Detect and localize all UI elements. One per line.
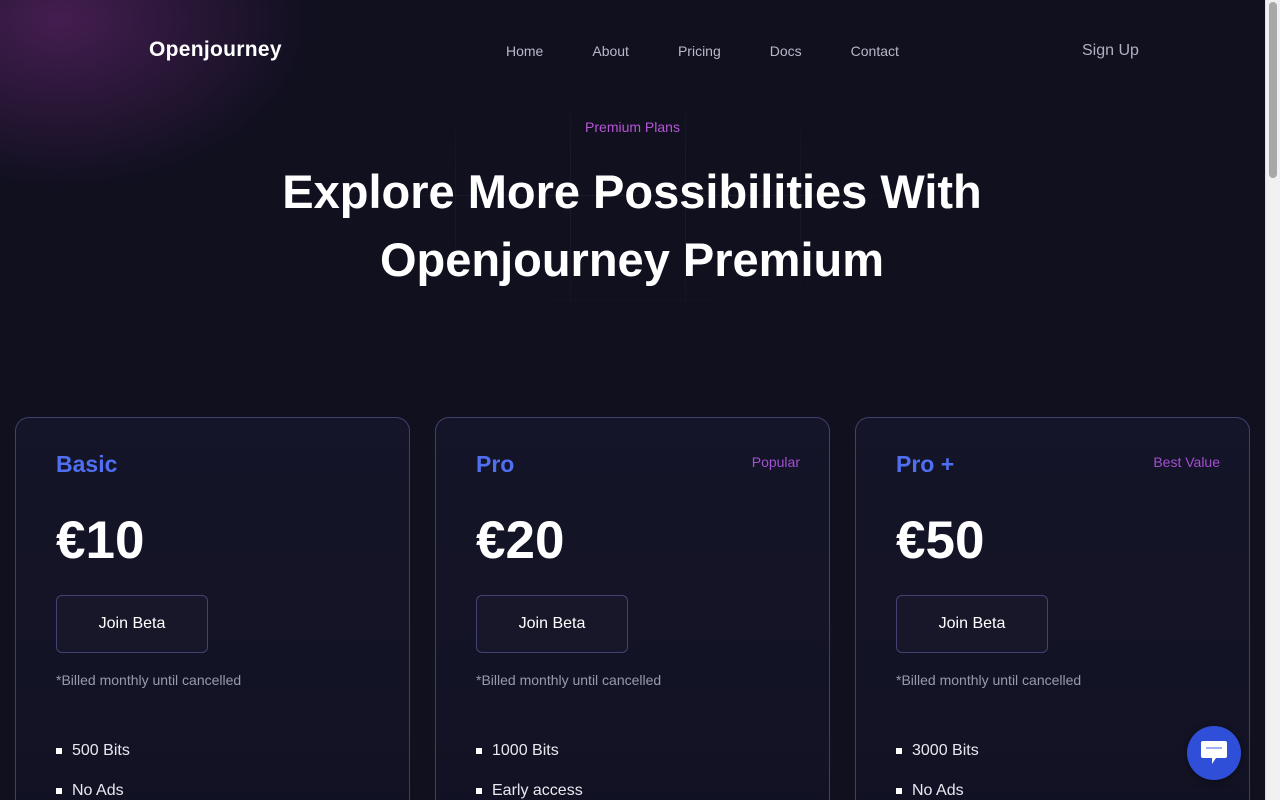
nav-link-docs[interactable]: Docs: [770, 43, 802, 59]
join-beta-button[interactable]: Join Beta: [56, 595, 208, 653]
feature-item: 3000 Bits: [896, 731, 979, 771]
billing-note: *Billed monthly until cancelled: [476, 672, 662, 688]
plan-price: €50: [896, 511, 985, 570]
feature-list: 1000 Bits Early access: [476, 731, 583, 800]
bullet-icon: [56, 748, 62, 754]
plan-card-pro: Pro Popular €20 Join Beta *Billed monthl…: [435, 417, 830, 800]
feature-item: 1000 Bits: [476, 731, 583, 771]
feature-label: No Ads: [72, 782, 124, 799]
plan-price: €20: [476, 511, 565, 570]
scrollbar[interactable]: [1265, 0, 1280, 800]
feature-label: No Ads: [912, 782, 964, 799]
plan-name: Pro +: [896, 451, 955, 477]
logo[interactable]: Openjourney: [149, 38, 282, 62]
plan-badge: Best Value: [1153, 454, 1220, 470]
hero-eyebrow: Premium Plans: [585, 119, 680, 135]
page: Openjourney Home About Pricing Docs Cont…: [0, 0, 1280, 800]
feature-label: Early access: [492, 782, 583, 799]
chat-bubble-icon: [1201, 741, 1227, 764]
chat-button[interactable]: [1187, 726, 1241, 780]
feature-label: 500 Bits: [72, 742, 130, 759]
bullet-icon: [56, 788, 62, 794]
nav-link-contact[interactable]: Contact: [851, 43, 899, 59]
plan-card-basic: Basic €10 Join Beta *Billed monthly unti…: [15, 417, 410, 800]
feature-list: 3000 Bits No Ads: [896, 731, 979, 800]
join-beta-button[interactable]: Join Beta: [896, 595, 1048, 653]
billing-note: *Billed monthly until cancelled: [56, 672, 242, 688]
hero-title: Explore More Possibilities With Openjour…: [282, 165, 982, 286]
feature-item: No Ads: [56, 771, 130, 800]
feature-list: 500 Bits No Ads: [56, 731, 130, 800]
feature-item: No Ads: [896, 771, 979, 800]
feature-label: 3000 Bits: [912, 742, 979, 759]
top-nav: Openjourney Home About Pricing Docs Cont…: [0, 0, 1265, 100]
feature-item: Early access: [476, 771, 583, 800]
nav-link-home[interactable]: Home: [506, 43, 543, 59]
join-beta-button[interactable]: Join Beta: [476, 595, 628, 653]
scrollbar-thumb[interactable]: [1269, 2, 1277, 178]
plan-price: €10: [56, 511, 145, 570]
bullet-icon: [476, 788, 482, 794]
plan-name: Pro: [476, 451, 515, 477]
plan-badge: Popular: [751, 454, 800, 470]
plan-name: Basic: [56, 451, 118, 477]
feature-item: 500 Bits: [56, 731, 130, 771]
nav-link-pricing[interactable]: Pricing: [678, 43, 721, 59]
nav-links: Home About Pricing Docs Contact: [506, 43, 899, 59]
billing-note: *Billed monthly until cancelled: [896, 672, 1082, 688]
nav-link-about[interactable]: About: [592, 43, 629, 59]
bullet-icon: [896, 748, 902, 754]
bullet-icon: [476, 748, 482, 754]
feature-label: 1000 Bits: [492, 742, 559, 759]
bullet-icon: [896, 788, 902, 794]
sign-up-link[interactable]: Sign Up: [1082, 42, 1139, 60]
